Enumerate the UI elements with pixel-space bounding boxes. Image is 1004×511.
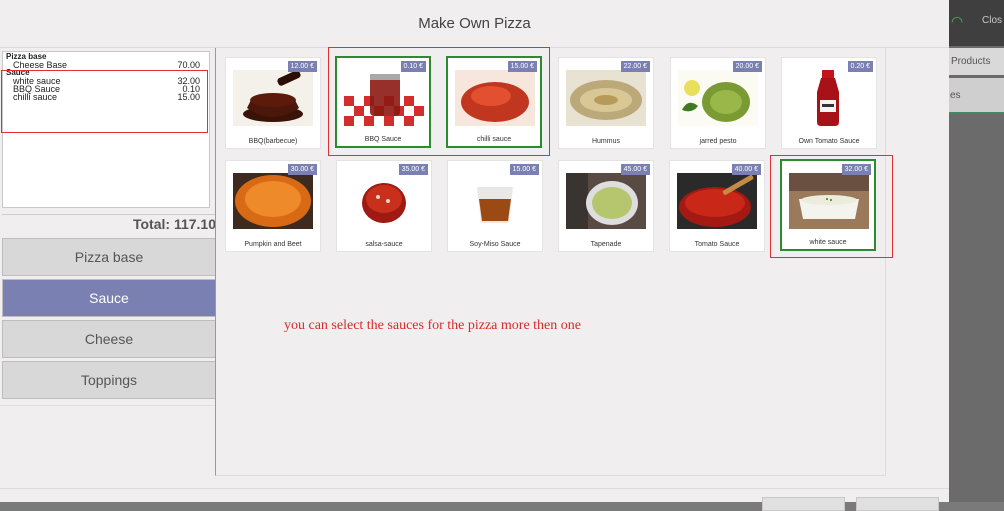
- product-price-badge: 40.00 €: [731, 164, 761, 175]
- modal-footer: [0, 488, 949, 511]
- background-close-button[interactable]: Clos: [982, 15, 1002, 26]
- product-name: Own Tomato Sauce: [798, 138, 860, 145]
- product-name: jarred pesto: [699, 138, 737, 145]
- footer-button-2[interactable]: [856, 497, 939, 511]
- tapenade-image: [566, 173, 646, 229]
- wifi-icon: ◠: [951, 14, 964, 30]
- annotation-white-sauce-highlight: [770, 155, 893, 258]
- background-other-tab[interactable]: es: [949, 78, 1004, 114]
- product-card[interactable]: 20.00 € jarred pesto: [670, 57, 766, 149]
- tomato-sauce-image: [677, 173, 757, 229]
- product-name: BBQ(barbecue): [248, 138, 298, 145]
- annotation-receipt-highlight: [1, 70, 208, 133]
- background-products-tab[interactable]: Products: [949, 48, 1004, 75]
- product-name: Hummus: [591, 138, 620, 145]
- product-price-badge: 45.00 €: [620, 164, 650, 175]
- product-card[interactable]: 22.00 € Hummus: [558, 57, 654, 149]
- product-card[interactable]: 30.00 € Pumpkin and Beet: [225, 160, 321, 252]
- annotation-note: you can select the sauces for the pizza …: [284, 318, 581, 333]
- annotation-selected-sauces-highlight: [328, 47, 550, 156]
- product-name: Soy-Miso Sauce: [469, 241, 521, 248]
- hummus-image: [566, 70, 646, 126]
- product-name: Tomato Sauce: [694, 241, 740, 248]
- product-price-badge: 22.00 €: [620, 61, 650, 72]
- product-name: salsa-sauce: [365, 241, 403, 248]
- modal-title: Make Own Pizza: [0, 0, 949, 48]
- background-topbar: ◠ Clos: [949, 0, 1004, 46]
- product-price-badge: 15.00 €: [509, 164, 539, 175]
- ketchup-bottle-image: [789, 70, 869, 126]
- product-name: Tapenade: [590, 241, 622, 248]
- receipt-line-price: 70.00: [177, 60, 200, 70]
- product-card[interactable]: 12.00 € BBQ(barbecue): [225, 57, 321, 149]
- product-card[interactable]: 15.00 € Soy-Miso Sauce: [447, 160, 543, 252]
- category-toppings-button[interactable]: Toppings: [2, 361, 216, 399]
- salsa-image: [344, 173, 424, 229]
- product-price-badge: 12.00 €: [287, 61, 317, 72]
- product-card[interactable]: 40.00 € Tomato Sauce: [669, 160, 765, 252]
- order-total: Total: 117.10: [2, 214, 216, 232]
- product-name: Pumpkin and Beet: [244, 241, 302, 248]
- product-price-badge: 30.00 €: [287, 164, 317, 175]
- product-card[interactable]: 45.00 € Tapenade: [558, 160, 654, 252]
- bbq-sauce-image: [233, 70, 313, 126]
- category-pizza-base-button[interactable]: Pizza base: [2, 238, 216, 276]
- product-card[interactable]: 0.20 € Own Tomato Sauce: [781, 57, 877, 149]
- product-price-badge: 0.20 €: [847, 61, 873, 72]
- product-price-badge: 20.00 €: [732, 61, 762, 72]
- receipt-line: Cheese Base 70.00: [6, 60, 206, 70]
- pesto-image: [678, 70, 758, 126]
- make-own-pizza-modal: Make Own Pizza Pizza base Cheese Base 70…: [0, 0, 949, 511]
- product-grid: 12.00 € BBQ(barbecue) 0.10 € BBQ Sauce 1…: [215, 48, 886, 476]
- footer-button-1[interactable]: [762, 497, 845, 511]
- category-sauce-button[interactable]: Sauce: [2, 279, 216, 317]
- product-card[interactable]: 35.00 € salsa-sauce: [336, 160, 432, 252]
- soy-miso-image: [455, 173, 535, 229]
- background-app-panel: ◠ Clos Products es: [949, 0, 1004, 502]
- pumpkin-sauce-image: [233, 173, 313, 229]
- product-price-badge: 35.00 €: [398, 164, 428, 175]
- category-cheese-button[interactable]: Cheese: [2, 320, 216, 358]
